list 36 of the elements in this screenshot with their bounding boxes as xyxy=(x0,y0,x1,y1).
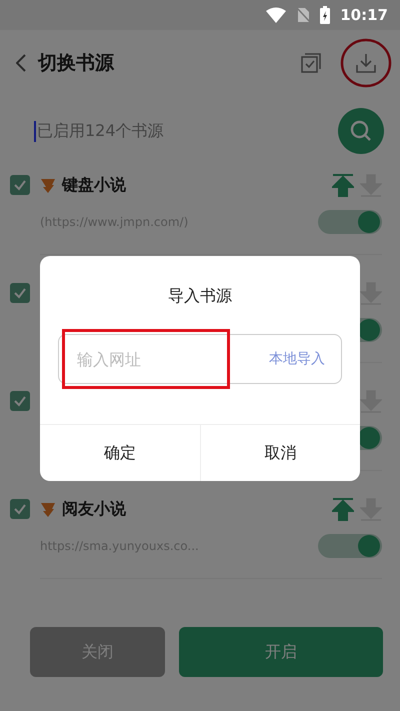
checkbox[interactable] xyxy=(10,499,30,519)
checkbox[interactable] xyxy=(10,283,30,303)
local-import-link[interactable]: 本地导入 xyxy=(269,350,325,368)
check-icon xyxy=(13,502,27,516)
select-all-icon[interactable] xyxy=(300,52,322,74)
battery-icon xyxy=(320,6,330,24)
pin-top-icon[interactable] xyxy=(332,173,354,197)
source-logo-icon xyxy=(40,176,56,194)
enable-button[interactable]: 开启 xyxy=(179,627,383,677)
confirm-button[interactable]: 确定 xyxy=(40,425,200,481)
wifi-icon xyxy=(266,7,286,23)
download-arrow-icon[interactable] xyxy=(360,389,382,413)
check-icon xyxy=(13,178,27,192)
checkbox[interactable] xyxy=(10,175,30,195)
dialog-title: 导入书源 xyxy=(167,285,233,306)
check-icon xyxy=(13,394,27,408)
download-icon[interactable] xyxy=(355,52,377,74)
source-logo-icon xyxy=(40,500,56,518)
enabled-count-text: 已启用124个书源 xyxy=(34,120,164,142)
pin-top-icon[interactable] xyxy=(332,497,354,521)
toggle-switch[interactable] xyxy=(318,534,382,558)
cancel-button[interactable]: 取消 xyxy=(200,425,360,481)
source-name: 键盘小说 xyxy=(62,174,126,196)
search-icon xyxy=(349,119,373,143)
no-sim-icon xyxy=(296,7,310,23)
page-title: 切换书源 xyxy=(38,51,114,76)
search-button[interactable] xyxy=(338,108,384,154)
toggle-switch[interactable] xyxy=(318,210,382,234)
url-field[interactable]: 输入网址 本地导入 xyxy=(58,334,342,384)
check-icon xyxy=(13,286,27,300)
checkbox[interactable] xyxy=(10,391,30,411)
download-arrow-icon[interactable] xyxy=(360,281,382,305)
highlight-circle xyxy=(340,37,392,89)
back-icon[interactable] xyxy=(16,54,26,72)
source-name: 阅友小说 xyxy=(62,498,126,520)
status-time: 10:17 xyxy=(340,6,388,24)
